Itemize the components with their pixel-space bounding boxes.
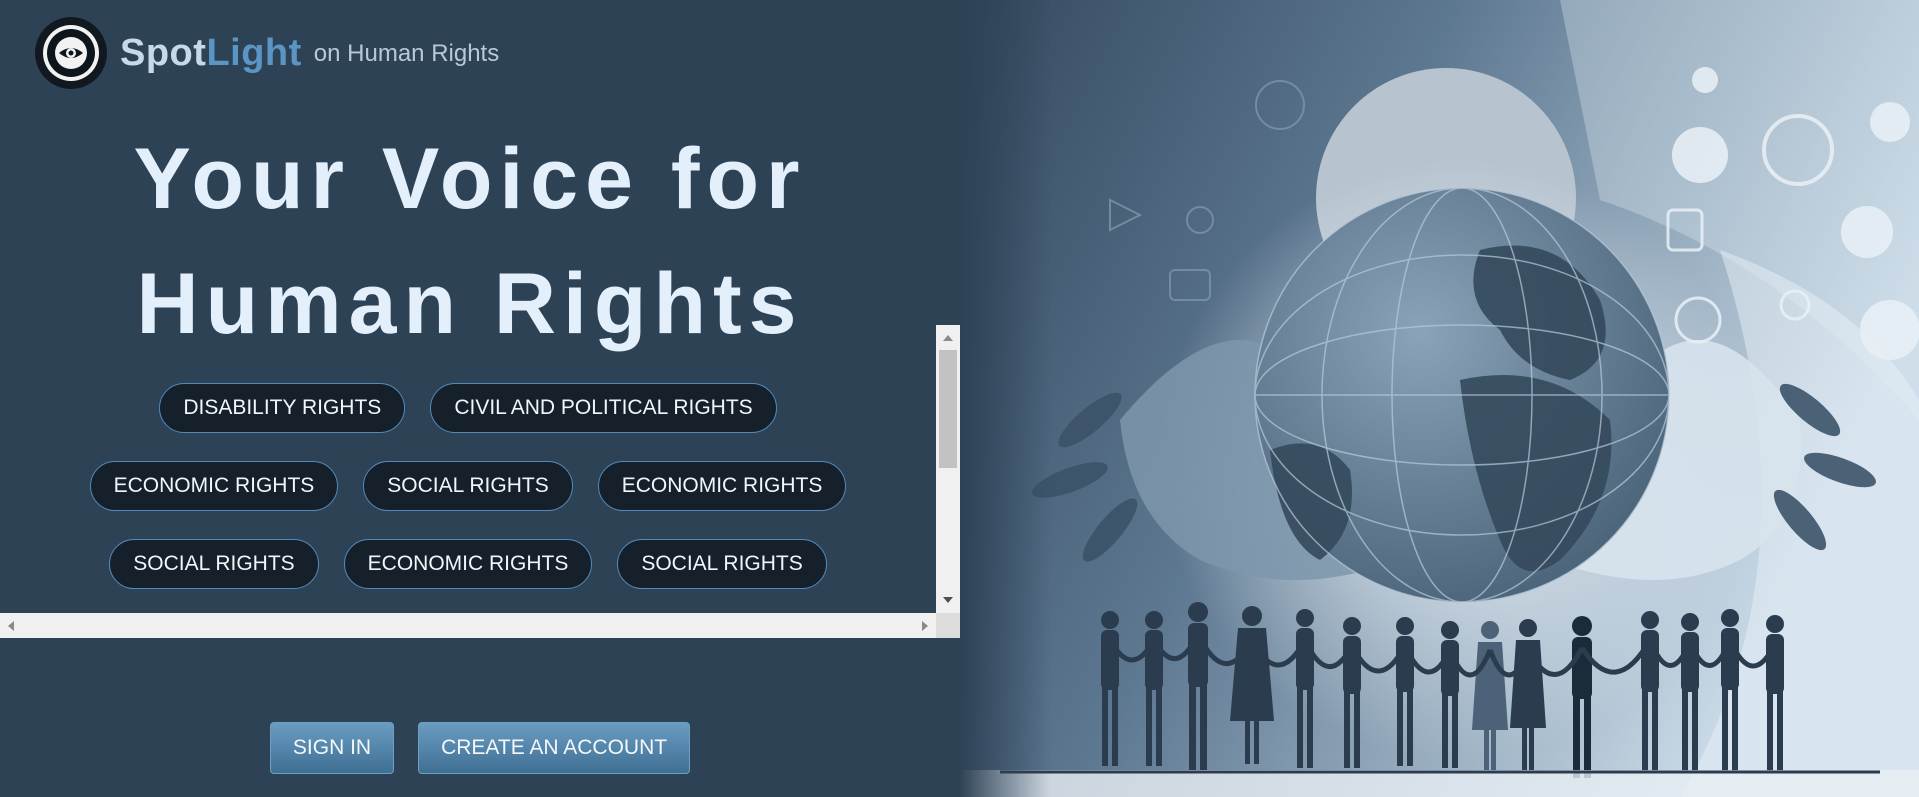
create-account-button[interactable]: CREATE AN ACCOUNT (418, 722, 691, 774)
category-pill[interactable]: ECONOMIC RIGHTS (89, 461, 339, 511)
scrollbar-corner (936, 613, 960, 638)
vertical-scrollbar[interactable] (936, 325, 960, 613)
eye-seal-logo-icon[interactable] (35, 17, 107, 89)
category-pill[interactable]: SOCIAL RIGHTS (617, 539, 827, 589)
category-pill[interactable]: SOCIAL RIGHTS (109, 539, 319, 589)
category-scroll-area[interactable]: DISABILITY RIGHTS CIVIL AND POLITICAL RI… (0, 325, 960, 638)
category-pill[interactable]: SOCIAL RIGHTS (363, 461, 573, 511)
scroll-up-arrow-icon[interactable] (943, 335, 953, 341)
vertical-scroll-thumb[interactable] (939, 350, 957, 468)
horizontal-scrollbar[interactable] (0, 613, 936, 638)
sign-in-button[interactable]: SIGN IN (269, 722, 395, 774)
category-pill[interactable]: DISABILITY RIGHTS (159, 383, 406, 433)
category-pill[interactable]: CIVIL AND POLITICAL RIGHTS (430, 383, 777, 433)
brand-tagline: on Human Rights (313, 40, 500, 67)
brand-part-spot: Spot (120, 31, 207, 74)
scroll-left-arrow-icon[interactable] (8, 621, 14, 631)
auth-actions: SIGN IN CREATE AN ACCOUNT (0, 722, 960, 774)
category-row-3: SOCIAL RIGHTS ECONOMIC RIGHTS SOCIAL RIG… (0, 539, 936, 589)
site-header: SpotLight on Human Rights (35, 17, 499, 89)
category-row-2: ECONOMIC RIGHTS SOCIAL RIGHTS ECONOMIC R… (0, 461, 936, 511)
category-pill[interactable]: ECONOMIC RIGHTS (597, 461, 847, 511)
category-row-1: DISABILITY RIGHTS CIVIL AND POLITICAL RI… (0, 383, 936, 433)
brand-name[interactable]: SpotLight (120, 32, 302, 75)
globe-hands-people-illustration-icon (960, 0, 1919, 797)
scroll-down-arrow-icon[interactable] (943, 597, 953, 603)
brand-part-light: Light (206, 31, 302, 74)
category-pill[interactable]: ECONOMIC RIGHTS (343, 539, 593, 589)
hero-title-line-1: Your Voice for (133, 131, 807, 227)
scroll-right-arrow-icon[interactable] (922, 621, 928, 631)
left-panel: SpotLight on Human Rights Your Voice for… (0, 0, 960, 797)
